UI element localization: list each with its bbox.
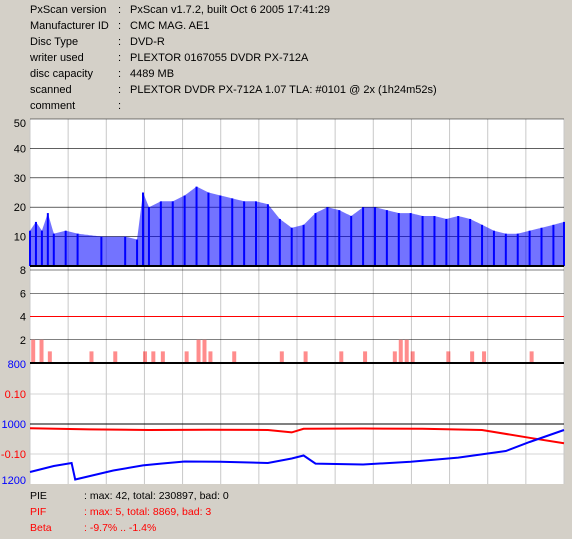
pif-bar — [303, 351, 308, 363]
summary-value: : -9.7% .. -1.4% — [84, 522, 157, 534]
axis-labels: 10 20 30 40 50 2 4 6 8 800 0.10 1000 -0.10 1200 — [1, 118, 26, 487]
summary-key: PIE — [30, 490, 47, 502]
beta-jitter-y-tick-label: 1000 — [2, 419, 26, 431]
pif-bar — [404, 339, 409, 363]
pif-bar — [363, 351, 368, 363]
beta-jitter-y-tick-label: 1200 — [2, 475, 26, 487]
pie-y-tick-label: 50 — [14, 118, 26, 130]
pie-y-tick-label: 10 — [14, 232, 26, 244]
pif-y-tick-label: 8 — [20, 265, 26, 277]
pif-bar — [392, 351, 397, 363]
pif-bar — [89, 351, 94, 363]
pif-bar — [529, 351, 534, 363]
summary-value: : max: 5, total: 8869, bad: 3 — [84, 506, 212, 518]
beta-jitter-y-tick-label: 0.10 — [5, 389, 26, 401]
pif-bar — [482, 351, 487, 363]
scan-chart: 10 20 30 40 50 2 4 6 8 800 0.10 1000 -0.10 1200 — [1, 118, 565, 487]
pif-bar — [184, 351, 189, 363]
pif-bar — [232, 351, 237, 363]
pif-y-tick-label: 2 — [20, 335, 26, 347]
pif-bar — [39, 339, 44, 363]
pif-bar — [202, 339, 207, 363]
summary-value: : max: 42, total: 230897, bad: 0 — [84, 490, 229, 502]
pie-y-tick-label: 40 — [14, 143, 26, 155]
summary-panel: PIE : max: 42, total: 230897, bad: 0 PIF… — [0, 488, 572, 539]
pif-bar — [279, 351, 284, 363]
pif-bar — [47, 351, 52, 363]
pif-bar — [31, 339, 36, 363]
pif-y-tick-label: 4 — [20, 312, 26, 324]
summary-key: Beta — [30, 522, 52, 534]
pif-bar — [208, 351, 213, 363]
pif-bar — [151, 351, 156, 363]
pif-bar — [339, 351, 344, 363]
pie-y-tick-label: 20 — [14, 202, 26, 214]
pif-bar — [410, 351, 415, 363]
pif-bar — [160, 351, 165, 363]
pif-bar — [196, 339, 201, 363]
pif-y-tick-label: 6 — [20, 288, 26, 300]
pif-bar — [470, 351, 475, 363]
pif-bar — [113, 351, 118, 363]
pif-bar — [143, 351, 148, 363]
beta-jitter-y-tick-label: -0.10 — [1, 449, 26, 461]
summary-key: PIF — [30, 506, 47, 518]
beta-jitter-y-tick-label: 800 — [8, 359, 26, 371]
pif-bar — [398, 339, 403, 363]
pie-y-tick-label: 30 — [14, 173, 26, 185]
pif-bar — [446, 351, 451, 363]
